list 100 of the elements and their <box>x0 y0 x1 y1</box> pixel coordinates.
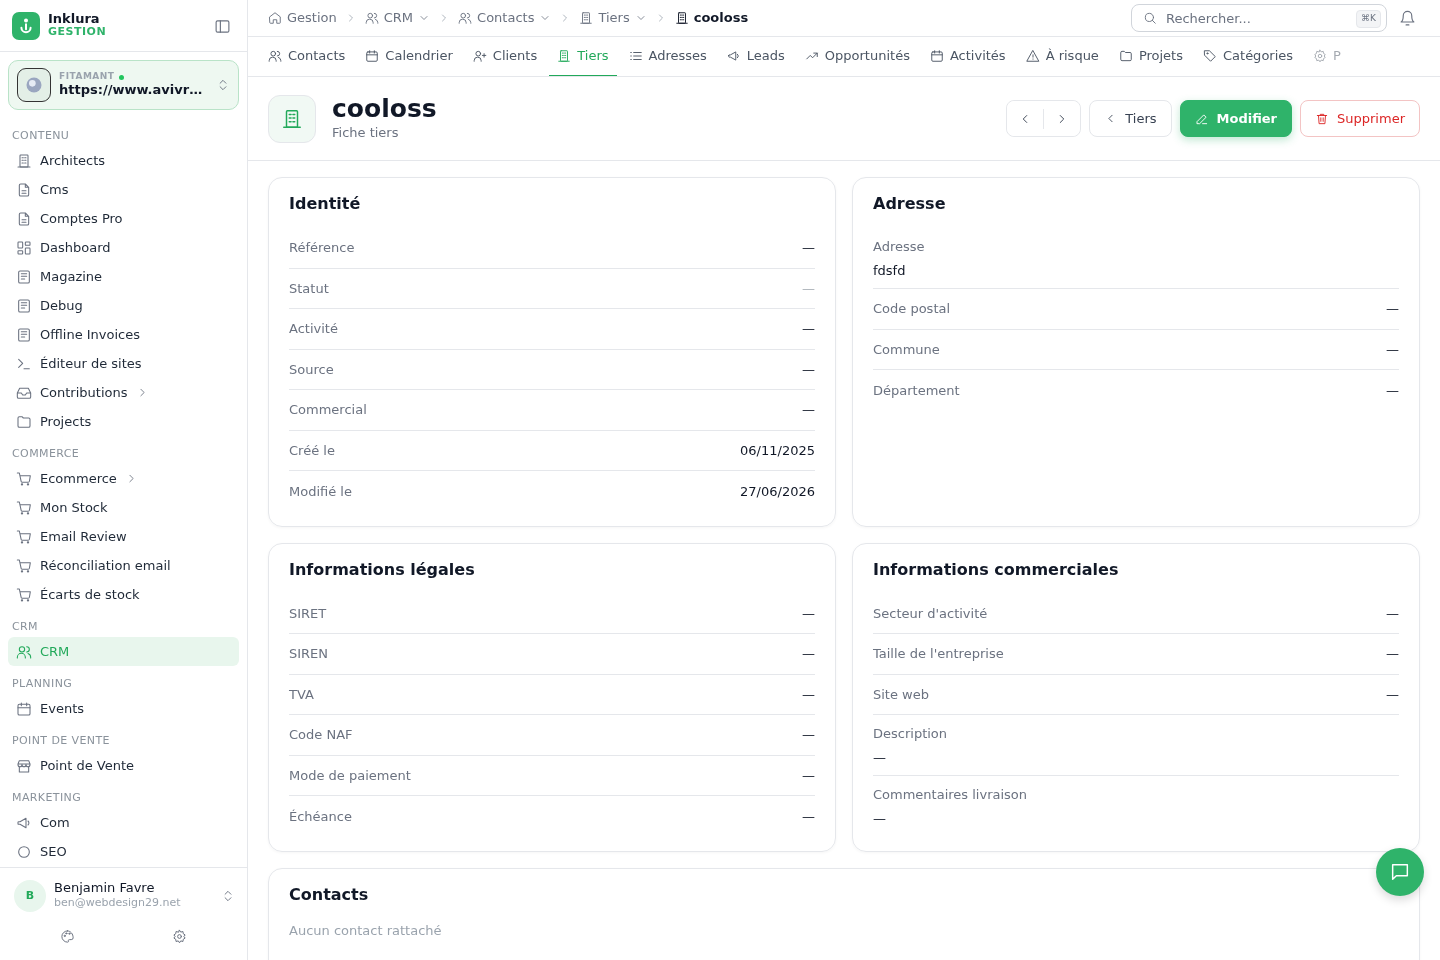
breadcrumb-link[interactable]: Gestion <box>268 8 337 28</box>
field-label: Site web <box>873 685 929 704</box>
bell-icon <box>1399 10 1416 27</box>
building-icon <box>674 11 689 25</box>
field-value: fdsfd <box>873 261 907 280</box>
users-icon <box>268 49 282 63</box>
back-button[interactable]: Tiers <box>1089 100 1172 137</box>
field-value: — <box>1386 340 1399 359</box>
empty-message: Aucun contact rattaché <box>289 921 443 940</box>
tab[interactable]: Catégories <box>1195 37 1302 76</box>
field-label: Source <box>289 360 334 379</box>
user-menu[interactable]: B Benjamin Favre ben@webdesign29.net <box>12 880 235 912</box>
sidebar-item[interactable]: Écarts de stock <box>8 580 239 609</box>
page-title: cooloss <box>332 95 438 123</box>
tab[interactable]: À risque <box>1017 37 1107 76</box>
field-value: — <box>1386 685 1399 704</box>
sidebar-item[interactable]: Email Review <box>8 522 239 551</box>
field-label: SIREN <box>289 645 329 663</box>
workspace-switcher[interactable]: FITAMANT https://www.avivr… <box>8 60 239 110</box>
sidebar-item[interactable]: Com <box>8 808 239 837</box>
pencil-icon <box>1194 111 1209 126</box>
sidebar-item[interactable]: Magazine <box>8 262 239 291</box>
cart-icon <box>16 470 32 487</box>
sidebar-item[interactable]: Projects <box>8 407 239 436</box>
cart-icon <box>16 499 32 516</box>
tab[interactable]: Opportunités <box>796 37 918 76</box>
folder-icon <box>1118 49 1133 63</box>
field-label: Code NAF <box>289 726 353 744</box>
cart-icon <box>16 557 32 574</box>
sidebar-item[interactable]: Architects <box>8 146 239 175</box>
field-label: Activité <box>289 320 338 338</box>
tab[interactable]: Leads <box>718 37 793 76</box>
trash-icon <box>1315 111 1330 126</box>
card-title: Contacts <box>289 883 370 906</box>
warning-icon <box>1025 49 1040 63</box>
sidebar-item[interactable]: Éditeur de sites <box>8 349 239 378</box>
field-value: — <box>802 645 815 663</box>
brand-name: Inklura <box>48 12 101 26</box>
sidebar-item[interactable]: Comptes Pro <box>8 204 239 233</box>
sidebar-item[interactable]: Réconciliation email <box>8 551 239 580</box>
delete-button[interactable]: Supprimer <box>1300 100 1420 137</box>
field-value: — <box>802 685 815 704</box>
field-label: Mode de paiement <box>289 766 411 785</box>
list-icon <box>628 49 643 63</box>
user-avatar: B <box>14 880 46 912</box>
newspaper-icon <box>16 268 32 285</box>
chat-button[interactable] <box>1376 848 1424 896</box>
field-label: Code postal <box>873 300 951 318</box>
cart-icon <box>16 586 32 603</box>
document-icon <box>16 210 32 227</box>
tab[interactable]: Activités <box>921 37 1014 76</box>
sidebar-toggle-icon <box>214 17 231 35</box>
field-label: Description <box>873 725 949 743</box>
shortcut-hint: ⌘K <box>1356 10 1381 28</box>
sidebar-item[interactable]: Mon Stock <box>8 493 239 522</box>
sidebar-item[interactable]: Cms <box>8 175 239 204</box>
tab[interactable]: Calendrier <box>357 37 461 76</box>
field-value: — <box>1386 604 1399 623</box>
workspace-url: https://www.avivr… <box>59 82 204 98</box>
tab[interactable]: Clients <box>464 37 546 76</box>
section-heading: MARKETING <box>11 790 83 806</box>
building-icon <box>268 94 316 143</box>
megaphone-icon <box>726 49 741 63</box>
sidebar-item[interactable]: Point de Vente <box>8 751 239 780</box>
sidebar-item[interactable]: Ecommerce <box>8 464 239 493</box>
sidebar-item[interactable]: Events <box>8 694 239 723</box>
palette-icon <box>60 929 76 944</box>
workspace-label: FITAMANT <box>59 72 115 83</box>
section-heading: PLANNING <box>11 676 74 692</box>
card-title: Identité <box>289 193 362 215</box>
trend-icon <box>804 49 819 63</box>
breadcrumb-link[interactable]: CRM <box>364 8 431 28</box>
settings-icon <box>1313 49 1328 63</box>
card-title: Informations légales <box>289 558 476 581</box>
field-value: — <box>802 239 815 257</box>
breadcrumb-link[interactable]: Tiers <box>579 8 647 28</box>
field-value: 06/11/2025 <box>740 441 815 460</box>
building-icon <box>557 49 572 63</box>
sidebar-item[interactable]: Offline Invoices <box>8 320 239 349</box>
tab[interactable]: Contacts <box>260 37 354 76</box>
sidebar-item[interactable]: Dashboard <box>8 233 239 262</box>
tab[interactable]: Adresses <box>620 37 715 76</box>
sidebar-item[interactable]: Contributions <box>8 378 239 407</box>
field-label: Commune <box>873 340 940 359</box>
sidebar-item[interactable]: Debug <box>8 291 239 320</box>
breadcrumb-link[interactable]: cooloss <box>674 8 749 28</box>
field-label: Statut <box>289 279 329 298</box>
users-icon <box>458 11 473 25</box>
field-value: — <box>802 604 815 623</box>
field-value: — <box>873 809 887 828</box>
sidebar-item[interactable]: SEO <box>8 837 239 866</box>
store-icon <box>16 757 32 774</box>
field-label: Taille de l'entreprise <box>873 645 1004 663</box>
calendar-icon <box>365 49 380 63</box>
tab[interactable]: Projets <box>1110 37 1191 76</box>
field-label: Référence <box>289 239 355 257</box>
users-icon <box>364 11 379 25</box>
breadcrumb-link[interactable]: Contacts <box>458 8 552 28</box>
field-label: Créé le <box>289 441 335 460</box>
section-heading: COMMERCE <box>11 446 81 462</box>
